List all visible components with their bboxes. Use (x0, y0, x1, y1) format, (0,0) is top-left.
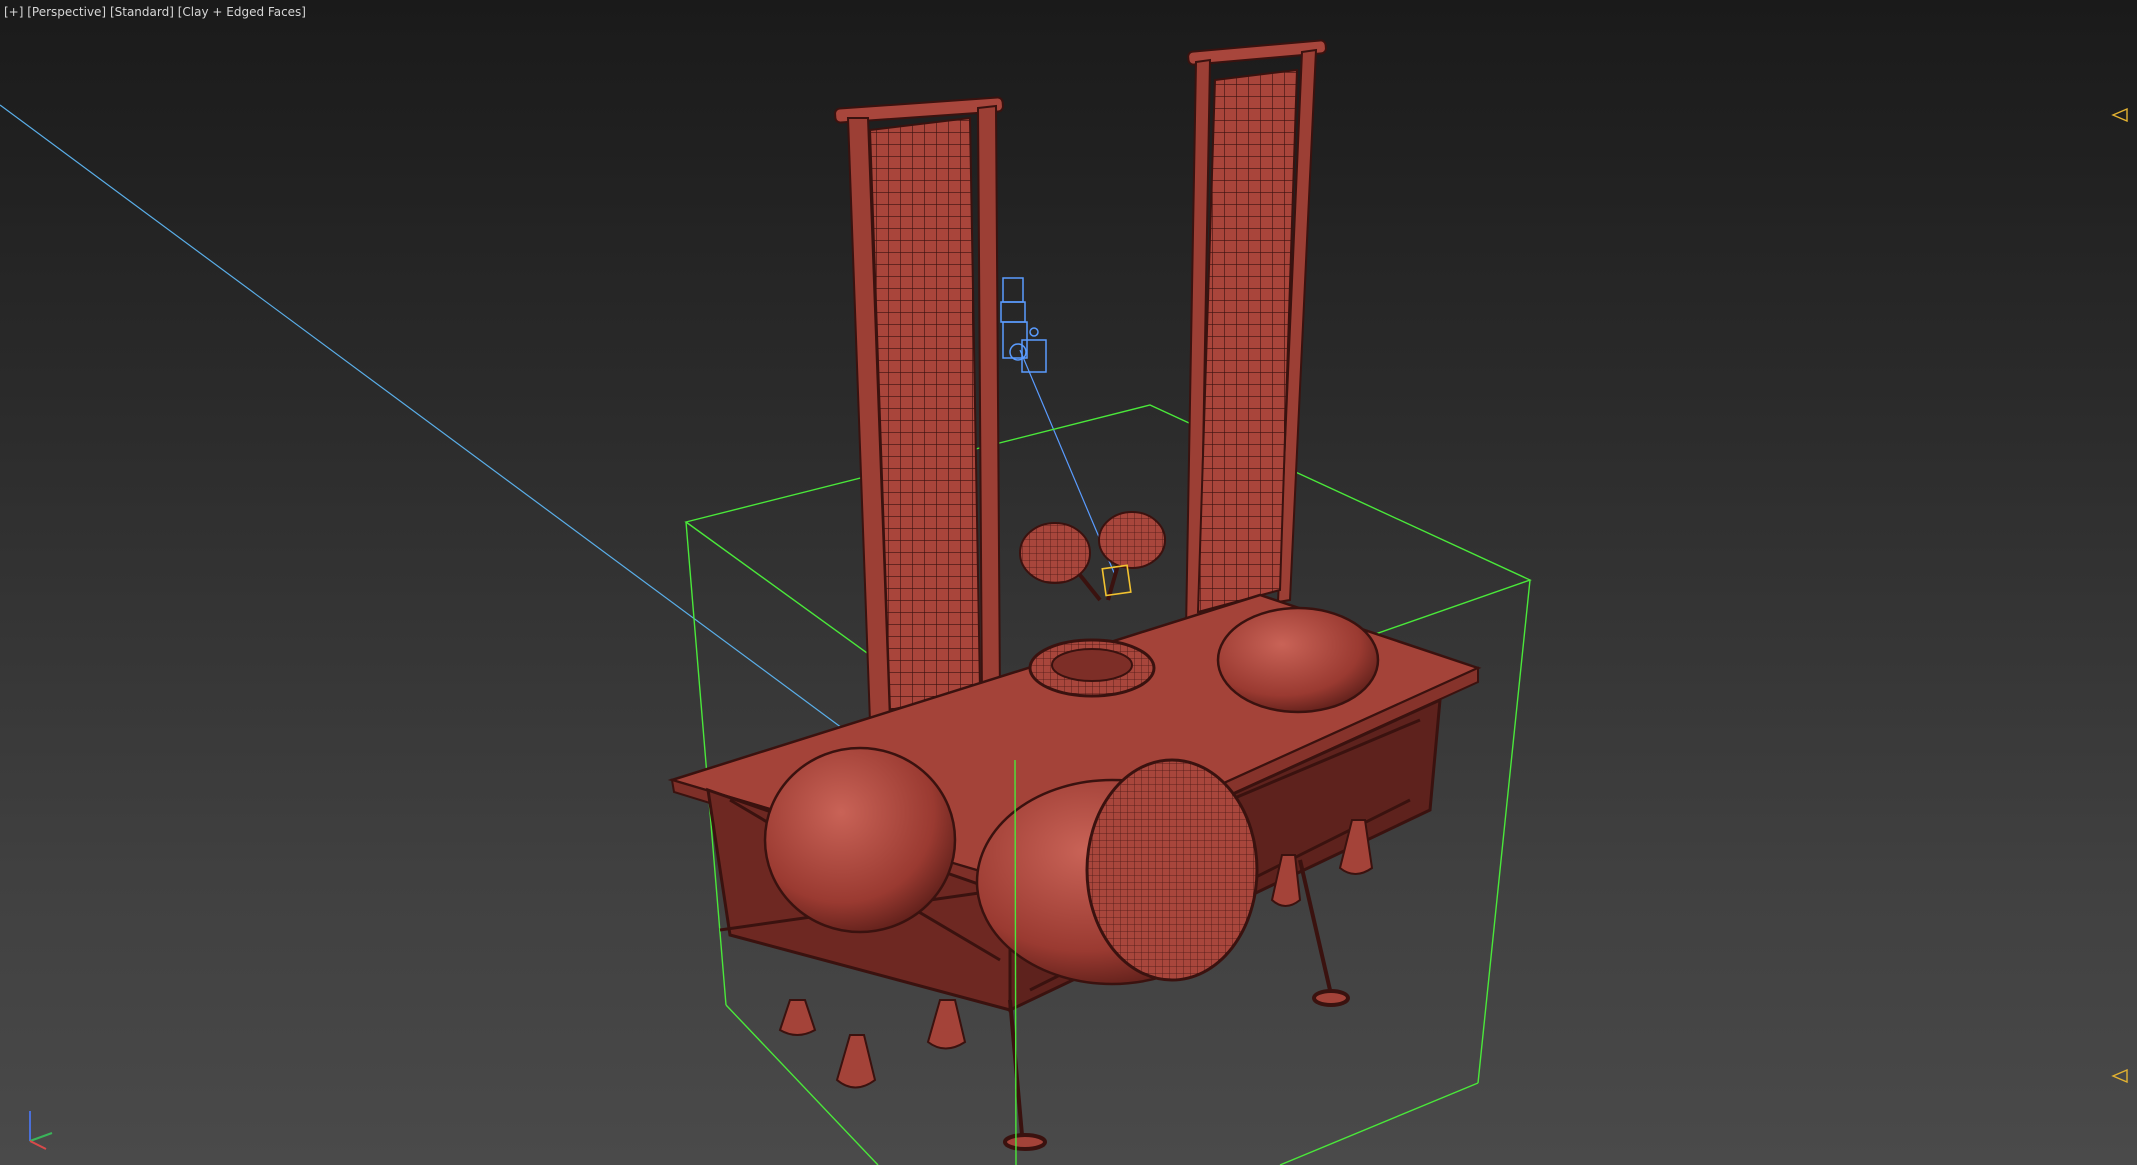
fuel-tank-left (763, 746, 957, 934)
solar-panel-left (834, 96, 1004, 724)
triangle-marker-icon (2111, 1069, 2129, 1083)
solar-panel-right (1184, 39, 1327, 632)
axis-tripod-icon (18, 1105, 58, 1153)
scene-canvas[interactable] (0, 0, 2137, 1165)
fuel-tank-back (1216, 606, 1380, 714)
antenna-dishes (1019, 511, 1166, 602)
camera-helper-icon (1000, 277, 1047, 373)
camera-view-line (0, 104, 843, 729)
perspective-viewport[interactable]: [+] [Perspective] [Standard] [Clay + Edg… (0, 0, 2137, 1165)
triangle-marker-icon (2111, 108, 2129, 122)
